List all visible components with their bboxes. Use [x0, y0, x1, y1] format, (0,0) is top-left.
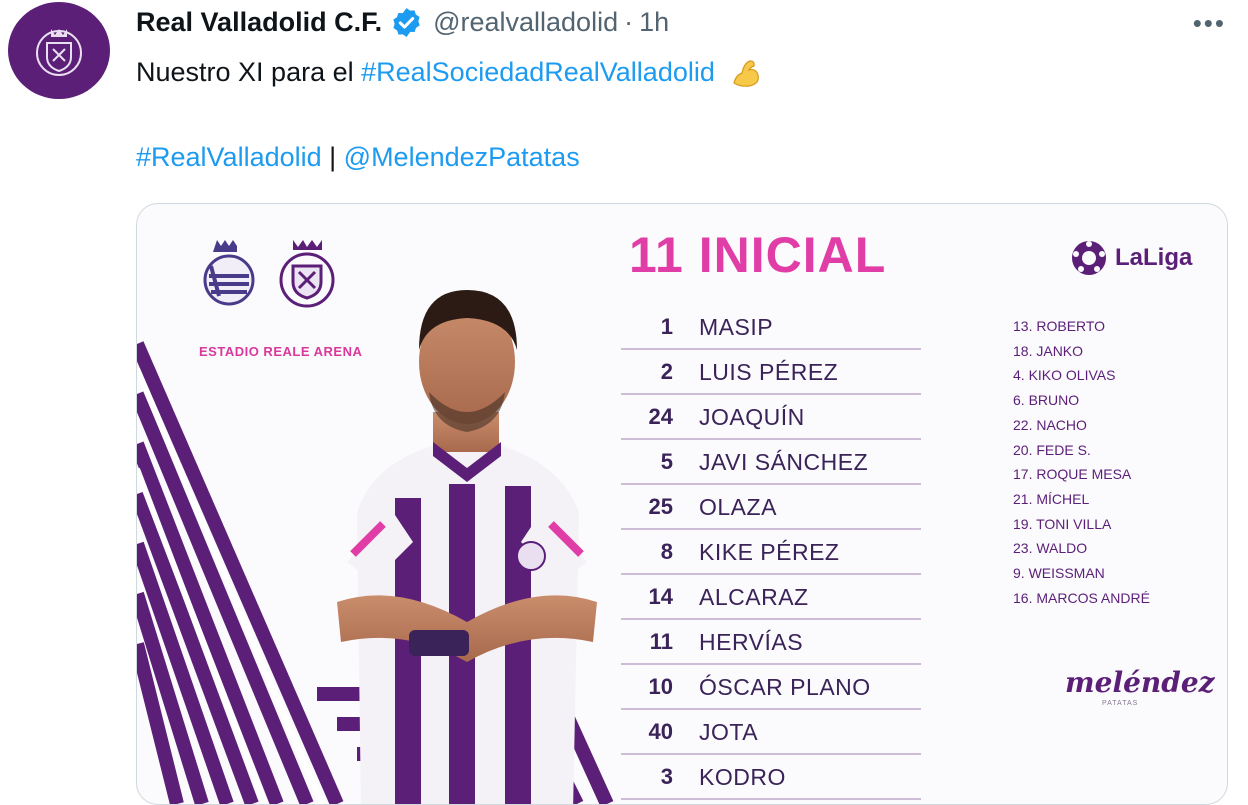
lineup-row: 1 MASIP	[621, 306, 921, 350]
avatar[interactable]	[8, 2, 110, 99]
player-name: HERVÍAS	[699, 628, 804, 655]
lineup-row: 5 JAVI SÁNCHEZ	[621, 441, 921, 485]
substitute-item: 21. MÍCHEL	[1013, 490, 1090, 507]
starting-lineup: 1 MASIP 2 LUIS PÉREZ 24 JOAQUÍN 5 JAVI SÁNCH…	[621, 306, 921, 801]
sponsor-subtitle: PATATAS	[1102, 700, 1139, 707]
lineup-row: 3 KODRO	[621, 756, 921, 800]
player-number: 40	[648, 719, 673, 744]
player-number: 25	[648, 494, 673, 519]
lineup-title: 11 INICIAL	[629, 227, 887, 283]
sponsor-logo: meléndez	[1065, 666, 1215, 699]
player-number: 2	[660, 359, 673, 384]
substitute-item: 16. MARCOS ANDRÉ	[1013, 589, 1150, 606]
player-number: 14	[648, 584, 673, 609]
substitute-item: 17. ROQUE MESA	[1013, 466, 1132, 483]
flexed-biceps-icon	[733, 60, 760, 87]
player-number: 10	[648, 674, 673, 699]
verified-badge-icon	[393, 7, 420, 37]
tweet-media-image[interactable]: ESTADIO REALE ARENA 11 INICIAL LaLiga 1 …	[136, 203, 1228, 805]
laliga-label: LaLiga	[1115, 244, 1193, 271]
author-name[interactable]: Real Valladolid C.F.	[136, 7, 382, 38]
player-name: LUIS PÉREZ	[699, 358, 839, 385]
lineup-row: 40 JOTA	[621, 711, 921, 755]
player-name: ÓSCAR PLANO	[699, 673, 871, 700]
tweet-text-prefix: Nuestro XI para el	[136, 57, 362, 88]
player-name: KIKE PÉREZ	[699, 538, 840, 565]
lineup-row: 24 JOAQUÍN	[621, 396, 921, 440]
substitute-item: 9. WEISSMAN	[1013, 565, 1105, 582]
substitute-item: 23. WALDO	[1013, 540, 1088, 557]
substitute-item: 20. FEDE S.	[1013, 441, 1091, 458]
hashtag-main[interactable]: #RealSociedadRealValladolid	[361, 57, 715, 87]
meta-separator: ·	[624, 6, 634, 37]
mention-link[interactable]: @MelendezPatatas	[344, 142, 580, 172]
player-name: MASIP	[699, 313, 774, 340]
substitute-item: 4. KIKO OLIVAS	[1013, 367, 1116, 384]
hashtag-secondary[interactable]: #RealValladolid	[136, 142, 322, 172]
tweet-time[interactable]: 1h	[639, 7, 669, 38]
player-number: 1	[660, 314, 673, 339]
player-number: 8	[660, 539, 673, 564]
substitute-item: 18. JANKO	[1013, 342, 1084, 359]
substitute-item: 19. TONI VILLA	[1013, 515, 1112, 532]
lineup-row: 25 OLAZA	[621, 486, 921, 530]
tweet-text-line-1: Nuestro XI para el #RealSociedadRealVall…	[136, 57, 762, 91]
player-name: JOAQUÍN	[699, 403, 805, 430]
player-name: KODRO	[699, 763, 786, 790]
player-photo	[337, 290, 597, 804]
laliga-logo: LaLiga	[1069, 238, 1192, 278]
lineup-row: 14 ALCARAZ	[621, 576, 921, 620]
lineup-row: 10 ÓSCAR PLANO	[621, 666, 921, 710]
laliga-ball-icon	[1072, 241, 1106, 275]
real-sociedad-crest-icon	[203, 240, 255, 306]
tweet-header: Real Valladolid C.F. @realvalladolid · 1…	[136, 4, 669, 40]
lineup-row: 2 LUIS PÉREZ	[621, 351, 921, 395]
substitute-item: 6. BRUNO	[1013, 392, 1080, 409]
lineup-row: 11 HERVÍAS	[621, 621, 921, 665]
player-name: ALCARAZ	[699, 583, 809, 610]
more-options-icon[interactable]: •••	[1193, 8, 1226, 39]
substitute-item: 13. ROBERTO	[1013, 318, 1106, 334]
player-number: 3	[660, 764, 673, 789]
substitute-item: 22. NACHO	[1013, 416, 1087, 433]
author-handle[interactable]: @realvalladolid	[433, 7, 618, 38]
player-number: 5	[660, 449, 673, 474]
player-name: OLAZA	[699, 493, 777, 520]
player-name: JOTA	[699, 718, 759, 745]
club-crest-icon	[36, 28, 82, 76]
lineup-row: 8 KIKE PÉREZ	[621, 531, 921, 575]
substitutes-list: 13. ROBERTO 18. JANKO 4. KIKO OLIVAS 6. …	[1013, 314, 1150, 610]
tweet-text-line-2: #RealValladolid | @MelendezPatatas	[136, 142, 580, 173]
player-number: 24	[648, 404, 673, 429]
text-divider: |	[321, 142, 344, 172]
player-name: JAVI SÁNCHEZ	[699, 448, 869, 475]
player-number: 11	[649, 629, 673, 654]
